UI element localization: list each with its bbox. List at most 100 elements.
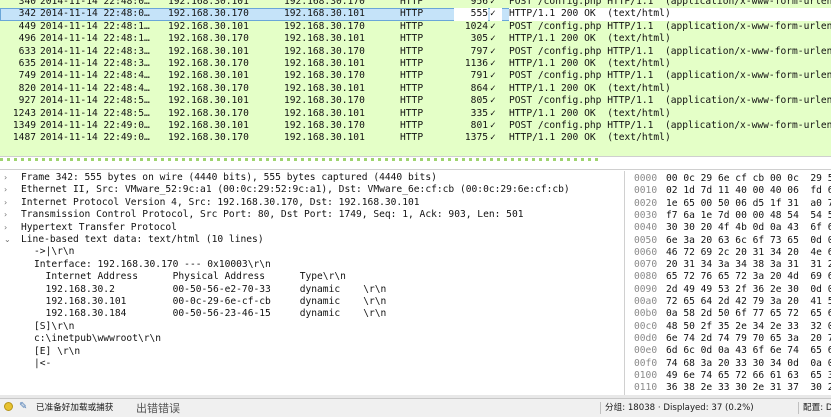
packet-row[interactable]: 1349 2014-11-14 22:49:0… 192.168.30.101 192…	[0, 120, 831, 133]
hex-offset: 0040	[634, 222, 658, 234]
detail-tree-item[interactable]: 192.168.30.101 00-0c-29-6e-cf-cb dynamic…	[0, 296, 624, 308]
splitter-grip	[0, 158, 600, 161]
detail-tree-item[interactable]: › Frame 342: 555 bytes on wire (4440 bits…	[0, 172, 624, 184]
detail-tree-item[interactable]: [E] \r\n	[0, 346, 624, 358]
hex-row[interactable]: 0040 30 30 20 4f 4b 0d 0a 43 6f 6e	[628, 222, 831, 234]
chevron-right-icon[interactable]: ›	[4, 209, 14, 221]
packet-destination: 192.168.30.101	[284, 107, 365, 119]
packet-details-pane: › Frame 342: 555 bytes on wire (4440 bits…	[0, 171, 625, 397]
hex-offset: 0020	[634, 197, 658, 209]
hex-row[interactable]: 0110 36 38 2e 33 30 2e 31 37 30 20	[628, 382, 831, 394]
detail-tree-item[interactable]: [S]\r\n	[0, 321, 624, 333]
hex-row[interactable]: 0060 46 72 69 2c 20 31 34 20 4e 6f	[628, 247, 831, 259]
detail-tree-text: |<-	[34, 358, 52, 369]
packet-protocol: HTTP	[400, 20, 424, 32]
detail-tree-text: Transmission Control Protocol, Src Port:…	[21, 209, 524, 221]
hex-bytes: f7 6a 1e 7d 00 00 48 54 54 50	[666, 209, 831, 221]
packet-row[interactable]: 820 2014-11-14 22:48:4… 192.168.30.170 192.…	[0, 82, 831, 96]
status-message: 已准备好加载或捕获	[36, 403, 114, 413]
detail-tree-item[interactable]: |<-	[0, 358, 624, 370]
packet-list: 340 2014-11-14 22:48:0… 192.168.30.101 192.…	[0, 0, 831, 156]
hex-row[interactable]: 0000 00 0c 29 6e cf cb 00 0c 29 52	[628, 173, 831, 185]
hex-bytes: 30 30 20 4f 4b 0d 0a 43 6f 6e	[666, 222, 831, 234]
status-separator	[798, 402, 799, 414]
chevron-right-icon[interactable]: ›	[4, 222, 14, 234]
detail-tree-item[interactable]: › Ethernet II, Src: VMware_52:9c:a1 (00:0…	[0, 184, 624, 196]
packet-time: 2014-11-14 22:49:0…	[40, 120, 150, 131]
ready-icon[interactable]	[4, 402, 13, 411]
hex-row[interactable]: 0010 02 1d 7d 11 40 00 40 06 fd 69	[628, 185, 831, 197]
detail-tree-item[interactable]: › Internet Protocol Version 4, Src: 192.1…	[0, 197, 624, 209]
hex-row[interactable]: 0100 49 6e 74 65 72 66 61 63 65 3a	[628, 370, 831, 382]
detail-tree-text: Ethernet II, Src: VMware_52:9c:a1 (00:0c…	[21, 184, 570, 196]
packet-protocol: HTTP	[400, 132, 424, 144]
detail-tree-item[interactable]: Interface: 192.168.30.170 --- 0x10003\r\…	[0, 259, 624, 271]
chevron-right-icon[interactable]: ›	[4, 184, 14, 196]
check-icon: ✓	[490, 95, 496, 107]
hex-bytes: 49 6e 74 65 72 66 61 63 65 3a	[666, 369, 831, 381]
hex-row[interactable]: 00f0 74 68 3a 20 33 30 34 0d 0a 0d	[628, 358, 831, 370]
detail-tree-item[interactable]: ⌄ Line-based text data: text/html (10 lin…	[0, 234, 624, 246]
hex-row[interactable]: 0070 20 31 34 3a 34 38 3a 31 31 20	[628, 259, 831, 271]
packet-info: POST /config.php HTTP/1.1 (application/x…	[509, 120, 831, 131]
detail-tree-text: Hypertext Transfer Protocol	[21, 221, 177, 233]
packet-time: 2014-11-14 22:48:3…	[40, 58, 150, 69]
packet-length: 335	[470, 107, 488, 119]
detail-tree-item[interactable]: › Hypertext Transfer Protocol	[0, 222, 624, 234]
packet-row[interactable]: 633 2014-11-14 22:48:3… 192.168.30.101 192.…	[0, 45, 831, 58]
hex-row[interactable]: 00c0 48 50 2f 35 2e 34 2e 33 32 0d	[628, 321, 831, 333]
packet-info: HTTP/1.1 200 OK (text/html)	[509, 58, 671, 69]
chevron-right-icon[interactable]: ›	[4, 172, 14, 184]
detail-tree-item[interactable]: 192.168.30.2 00-50-56-e2-70-33 dynamic \…	[0, 284, 624, 296]
packet-row[interactable]: 496 2014-11-14 22:48:1… 192.168.30.170 192.…	[0, 33, 831, 46]
hex-row[interactable]: 00b0 0a 58 2d 50 6f 77 65 72 65 64	[628, 308, 831, 320]
packet-row[interactable]: 340 2014-11-14 22:48:0… 192.168.30.101 192.…	[0, 0, 831, 9]
check-icon: ✓	[490, 120, 496, 131]
hex-row[interactable]: 0080 65 72 76 65 72 3a 20 4d 69 63	[628, 271, 831, 283]
packet-row[interactable]: 749 2014-11-14 22:48:4… 192.168.30.101 192.…	[0, 70, 831, 83]
hex-row[interactable]: 00e0 6d 6c 0d 0a 43 6f 6e 74 65 6e	[628, 345, 831, 357]
hex-row[interactable]: 0030 f7 6a 1e 7d 00 00 48 54 54 50	[628, 210, 831, 222]
packet-row[interactable]: 342 2014-11-14 22:48:0… 192.168.30.170 192.…	[0, 8, 831, 21]
packet-row[interactable]: 927 2014-11-14 22:48:5… 192.168.30.101 192.…	[0, 95, 831, 108]
packet-protocol: HTTP	[400, 58, 424, 69]
hex-row[interactable]: 0090 2d 49 49 53 2f 36 2e 30 0d 0a	[628, 284, 831, 296]
hex-bytes: 0a 58 2d 50 6f 77 65 72 65 64	[666, 308, 831, 320]
hex-row[interactable]: 00d0 6e 74 2d 74 79 70 65 3a 20 74	[628, 333, 831, 345]
hex-row[interactable]: 0020 1e 65 00 50 06 d5 1f 31 a0 75	[628, 198, 831, 210]
packet-length: 791	[470, 70, 488, 82]
packet-source: 192.168.30.101	[168, 95, 249, 107]
packet-row[interactable]: 635 2014-11-14 22:48:3… 192.168.30.170 192.…	[0, 58, 831, 71]
profile-indicator[interactable]: 配置: Default	[803, 401, 831, 415]
packet-row[interactable]: 1487 2014-11-14 22:49:0… 192.168.30.170 192…	[0, 132, 831, 145]
packet-destination: 192.168.30.170	[284, 95, 365, 107]
detail-tree-item[interactable]: Internet Address Physical Address Type\r…	[0, 271, 624, 283]
detail-tree-item[interactable]: 192.168.30.184 00-50-56-23-46-15 dynamic…	[0, 308, 624, 320]
pencil-icon[interactable]: ✎	[19, 400, 31, 414]
packet-protocol: HTTP	[400, 107, 424, 119]
packet-length: 1024	[464, 20, 488, 32]
hex-bytes: 46 72 69 2c 20 31 34 20 4e 6f	[666, 246, 831, 258]
packet-destination: 192.168.30.101	[284, 82, 365, 94]
chevron-right-icon[interactable]: ›	[4, 197, 14, 209]
hex-row[interactable]: 0050 6e 3a 20 63 6c 6f 73 65 0d 0a	[628, 235, 831, 247]
packet-row[interactable]: 1243 2014-11-14 22:48:5… 192.168.30.170 192…	[0, 107, 831, 120]
packet-time: 2014-11-14 22:48:4…	[40, 82, 150, 94]
detail-tree-text: Interface: 192.168.30.170 --- 0x10003\r\…	[34, 258, 271, 270]
packet-time: 2014-11-14 22:48:0…	[40, 0, 150, 7]
chevron-down-icon[interactable]: ⌄	[4, 234, 14, 246]
detail-tree-text: ->|\r\n	[34, 246, 75, 258]
detail-tree-item[interactable]: ->|\r\n	[0, 246, 624, 258]
packet-row[interactable]: 449 2014-11-14 22:48:1… 192.168.30.101 192.…	[0, 20, 831, 34]
packet-source: 192.168.30.170	[168, 8, 249, 20]
detail-tree-item[interactable]: c:\inetpub\wwwroot\r\n	[0, 333, 624, 345]
detail-tree-item[interactable]: › Transmission Control Protocol, Src Port…	[0, 209, 624, 221]
hex-row[interactable]: 00a0 72 65 64 2d 42 79 3a 20 41 53	[628, 296, 831, 308]
hex-offset: 00c0	[634, 320, 658, 332]
packet-length: 555	[454, 8, 488, 21]
hex-offset: 0010	[634, 185, 658, 197]
packet-number: 749	[18, 70, 36, 82]
packet-time: 2014-11-14 22:49:0…	[40, 132, 150, 144]
pane-splitter[interactable]	[0, 156, 831, 170]
hex-offset: 0030	[634, 209, 658, 221]
